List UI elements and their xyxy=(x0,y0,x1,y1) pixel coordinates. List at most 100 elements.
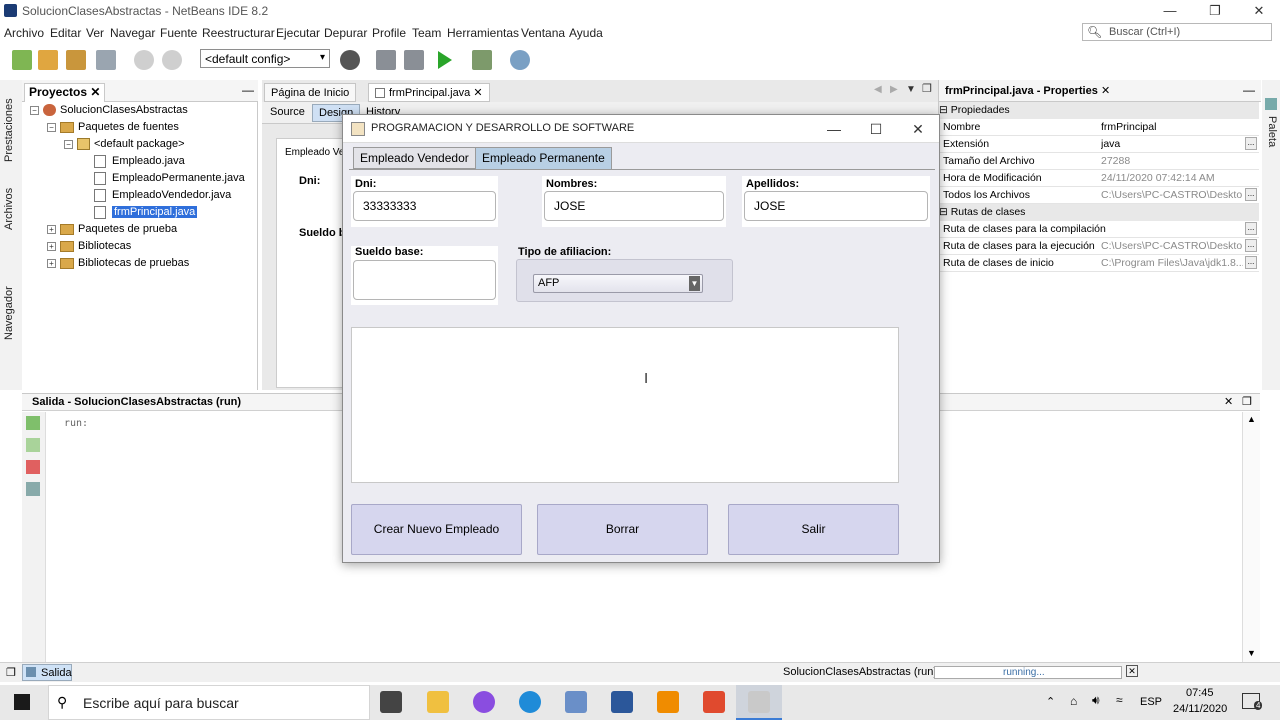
tree-item-folder[interactable]: + Bibliotecas de pruebas xyxy=(26,255,256,272)
dialog-maximize-button[interactable]: ☐ xyxy=(861,119,891,139)
clock-date[interactable]: 24/11/2020 xyxy=(1173,703,1227,715)
network-icon[interactable]: ⌂ xyxy=(1070,694,1077,708)
dialog-minimize-button[interactable]: — xyxy=(819,119,849,139)
minimize-button[interactable]: — xyxy=(1155,2,1185,20)
menu-depurar[interactable]: Depurar xyxy=(324,26,367,40)
ellipsis-button[interactable]: ... xyxy=(1245,256,1257,269)
tree-item-folder[interactable]: + Paquetes de prueba xyxy=(26,221,256,238)
menu-ayuda[interactable]: Ayuda xyxy=(569,26,603,40)
close-icon[interactable]: ✕ xyxy=(1101,84,1110,97)
settings-icon[interactable] xyxy=(26,482,40,496)
close-icon[interactable]: ✕ xyxy=(90,85,100,99)
tree-item-file[interactable]: Empleado.java xyxy=(26,153,256,170)
menu-editar[interactable]: Editar xyxy=(50,26,81,40)
property-row[interactable]: Extensión java... xyxy=(939,136,1259,153)
dni-input[interactable]: 33333333 xyxy=(353,191,496,221)
netbeans-taskbar-button[interactable] xyxy=(736,685,782,720)
tab-list-icon[interactable]: ▼ xyxy=(906,84,916,95)
camtasia-icon[interactable] xyxy=(703,691,725,713)
restore-button[interactable]: ❐ xyxy=(1200,2,1230,20)
side-tab-navegador[interactable]: Navegador xyxy=(3,286,15,340)
dialog-close-button[interactable]: ✕ xyxy=(903,119,933,139)
property-value[interactable]: C:\Users\PC-CASTRO\Deskto... xyxy=(1101,238,1243,254)
rerun-with-params-icon[interactable] xyxy=(26,438,40,452)
run-icon[interactable] xyxy=(438,51,452,69)
save-all-icon[interactable] xyxy=(96,50,116,70)
rerun-icon[interactable] xyxy=(26,416,40,430)
windows-start-icon[interactable] xyxy=(14,694,30,710)
tree-item-file[interactable]: EmpleadoPermanente.java xyxy=(26,170,256,187)
ellipsis-button[interactable]: ... xyxy=(1245,222,1257,235)
menu-ventana[interactable]: Ventana xyxy=(521,26,565,40)
ellipsis-button[interactable]: ... xyxy=(1245,239,1257,252)
language-indicator[interactable]: ESP xyxy=(1140,696,1162,708)
side-tab-paleta[interactable]: Paleta xyxy=(1266,116,1278,147)
expand-icon[interactable]: + xyxy=(47,258,56,268)
menu-reestructurar[interactable]: Reestructurar xyxy=(202,26,275,40)
collapse-icon[interactable]: ⊟ xyxy=(939,206,951,218)
tab-empleado-permanente[interactable]: Empleado Permanente xyxy=(475,147,612,169)
output-minimized-tab[interactable]: Salida xyxy=(22,664,72,681)
tree-item-project[interactable]: − SolucionClasesAbstractas xyxy=(26,102,256,119)
notifications-icon[interactable]: 4 xyxy=(1242,693,1263,710)
output-scrollbar[interactable]: ▲ ▼ xyxy=(1242,412,1260,662)
property-row[interactable]: Ruta de clases de inicio C:\Program Files… xyxy=(939,255,1259,272)
tab-empleado-vendedor[interactable]: Empleado Vendedor xyxy=(353,147,476,169)
vlc-icon[interactable] xyxy=(657,691,679,713)
collapse-icon[interactable]: ⊟ xyxy=(939,104,951,116)
virtualbox-icon[interactable] xyxy=(565,691,587,713)
property-section[interactable]: ⊟ Propiedades xyxy=(939,102,1259,119)
tab-proyectos[interactable]: Proyectos ✕ xyxy=(24,83,106,102)
tree-item-folder[interactable]: − Paquetes de fuentes xyxy=(26,119,256,136)
taskbar-search[interactable]: ⚲ Escribe aquí para buscar xyxy=(48,685,370,720)
nombres-input[interactable]: JOSE xyxy=(544,191,724,221)
redo-icon[interactable] xyxy=(162,50,182,70)
undo-icon[interactable] xyxy=(134,50,154,70)
property-row[interactable]: Ruta de clases para la ejecución C:\Users… xyxy=(939,238,1259,255)
property-row[interactable]: Ruta de clases para la compilación... xyxy=(939,221,1259,238)
clock-time[interactable]: 07:45 xyxy=(1186,687,1214,699)
restore-window-group-icon[interactable]: ❐ xyxy=(6,666,16,679)
scroll-up-icon[interactable]: ▲ xyxy=(1247,414,1256,424)
scroll-down-icon[interactable]: ▼ xyxy=(1247,648,1256,658)
minimize-panel-icon[interactable]: — xyxy=(242,83,254,97)
property-value[interactable]: C:\Program Files\Java\jdk1.8... xyxy=(1101,255,1243,271)
globe-icon[interactable] xyxy=(340,50,360,70)
config-select[interactable]: <default config> ▾ xyxy=(200,49,330,68)
salir-button[interactable]: Salir xyxy=(728,504,899,555)
collapse-icon[interactable]: − xyxy=(30,105,39,115)
borrar-button[interactable]: Borrar xyxy=(537,504,708,555)
scroll-tabs-right-icon[interactable]: ▶ xyxy=(890,84,898,95)
file-explorer-icon[interactable] xyxy=(427,691,449,713)
property-value[interactable]: frmPrincipal xyxy=(1101,119,1243,135)
stop-icon[interactable] xyxy=(26,460,40,474)
property-row[interactable]: Todos los Archivos C:\Users\PC-CASTRO\Des… xyxy=(939,187,1259,204)
menu-team[interactable]: Team xyxy=(412,26,441,40)
property-value[interactable]: 24/11/2020 07:42:14 AM xyxy=(1101,170,1243,186)
ellipsis-button[interactable]: ... xyxy=(1245,137,1257,150)
collapse-icon[interactable]: − xyxy=(47,122,56,132)
side-tab-prestaciones[interactable]: Prestaciones xyxy=(3,98,15,162)
search-box[interactable]: 🔍︎ Buscar (Ctrl+I) xyxy=(1082,23,1272,41)
menu-profile[interactable]: Profile xyxy=(372,26,406,40)
menu-navegar[interactable]: Navegar xyxy=(110,26,155,40)
menu-herramientas[interactable]: Herramientas xyxy=(447,26,519,40)
menu-ver[interactable]: Ver xyxy=(86,26,104,40)
subtab-source[interactable]: Source xyxy=(270,106,305,118)
menu-archivo[interactable]: Archivo xyxy=(4,26,44,40)
maximize-icon[interactable]: ❐ xyxy=(1242,394,1252,410)
property-row[interactable]: Nombre frmPrincipal xyxy=(939,119,1259,136)
property-value[interactable]: 27288 xyxy=(1101,153,1243,169)
menu-fuente[interactable]: Fuente xyxy=(160,26,197,40)
side-tab-archivos[interactable]: Archivos xyxy=(3,188,15,230)
messenger-icon[interactable] xyxy=(473,691,495,713)
new-file-icon[interactable] xyxy=(12,50,32,70)
tab-frmprincipal[interactable]: frmPrincipal.java ✕ xyxy=(368,83,490,102)
volume-icon[interactable]: 🔊︎ xyxy=(1092,693,1100,708)
expand-icon[interactable]: + xyxy=(47,241,56,251)
chevron-down-icon[interactable]: ▼ xyxy=(689,276,700,291)
property-section[interactable]: ⊟ Rutas de clases xyxy=(939,204,1259,221)
chevron-up-icon[interactable]: ⌃ xyxy=(1046,695,1055,708)
task-view-icon[interactable] xyxy=(380,691,402,713)
minimize-panel-icon[interactable]: — xyxy=(1243,83,1255,97)
